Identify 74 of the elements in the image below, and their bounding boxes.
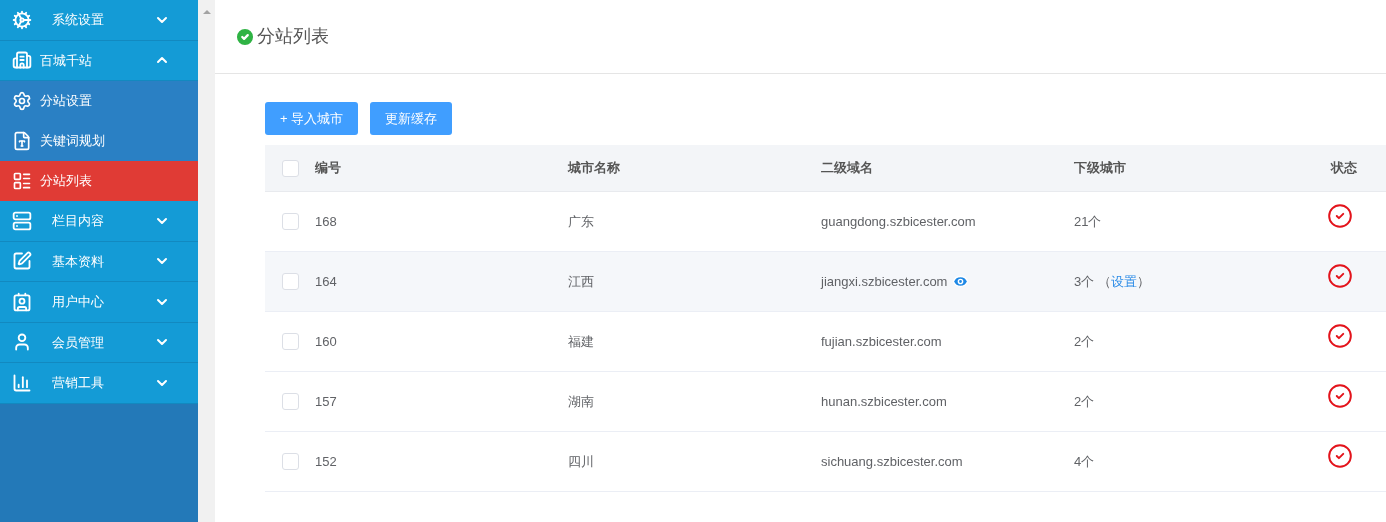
- user-icon: [12, 332, 32, 353]
- sidebar-label: 栏目内容: [52, 212, 104, 230]
- submenu-item[interactable]: 分站设置: [0, 81, 198, 121]
- table-cell: 164: [315, 273, 337, 289]
- table-cell-text: hunan.szbicester.com: [821, 392, 947, 411]
- scroll-up-arrow-icon[interactable]: [202, 10, 211, 14]
- document-letter-icon: [12, 131, 32, 151]
- table-cell: 广东: [568, 213, 594, 229]
- row-checkbox[interactable]: [281, 273, 299, 290]
- table-cell-text: jiangxi.szbicester.com: [821, 272, 948, 291]
- table-cell-text: fujian.szbicester.com: [821, 332, 942, 351]
- edit-icon: [12, 251, 32, 272]
- column-header: 状态: [1331, 160, 1357, 176]
- sidebar-item[interactable]: 基本资料: [0, 241, 198, 282]
- table-cell: 湖南: [568, 393, 594, 409]
- sidebar-label: 用户中心: [52, 293, 104, 311]
- status-check-icon[interactable]: [1327, 442, 1353, 469]
- bar-chart-icon: [12, 372, 32, 393]
- table-cell: 152: [315, 453, 337, 469]
- submenu-label: 分站列表: [40, 172, 92, 191]
- row-checkbox[interactable]: [281, 333, 299, 350]
- submenu-label: 关键词规划: [40, 132, 105, 151]
- close-paren: ）: [1137, 272, 1151, 291]
- table-cell: 四川: [568, 453, 594, 469]
- sidebar-label: 会员管理: [52, 333, 104, 352]
- table-cell-text: 4个: [1074, 452, 1095, 471]
- table-cell: 福建: [568, 333, 594, 349]
- row-checkbox[interactable]: [281, 393, 299, 410]
- import-city-button[interactable]: + 导入城市: [265, 102, 359, 135]
- sidebar-item[interactable]: 用户中心: [0, 282, 198, 323]
- table-cell: 江西: [568, 273, 594, 289]
- row-checkbox[interactable]: [281, 213, 299, 230]
- server-icon: [12, 210, 32, 231]
- table-cell-text: sichuang.szbicester.com: [821, 452, 963, 471]
- building-icon: [12, 50, 32, 71]
- table-cell: 168: [315, 213, 337, 229]
- row-checkbox[interactable]: [281, 453, 299, 470]
- sidebar-label: 基本资料: [52, 252, 104, 271]
- status-check-icon[interactable]: [1327, 382, 1353, 409]
- column-header: 编号: [315, 160, 341, 176]
- page-title: 分站列表: [257, 25, 329, 48]
- sidebar-item[interactable]: 系统设置: [0, 0, 198, 41]
- sidebar-label: 百城千站: [40, 51, 92, 70]
- column-header: 下级城市: [1074, 160, 1126, 176]
- settings-link[interactable]: 设置: [1111, 271, 1138, 292]
- status-check-icon[interactable]: [1327, 322, 1353, 349]
- open-paren: （: [1098, 272, 1112, 291]
- status-check-icon[interactable]: [1327, 202, 1353, 229]
- table-cell: 160: [315, 333, 337, 349]
- status-check-icon[interactable]: [1327, 262, 1353, 289]
- sidebar-item[interactable]: 营销工具: [0, 363, 198, 404]
- sidebar-item[interactable]: 栏目内容: [0, 201, 198, 242]
- table-cell-text: 3个: [1074, 272, 1095, 291]
- table-cell-text: 2个: [1074, 332, 1095, 351]
- refresh-cache-button[interactable]: 更新缓存: [370, 102, 453, 135]
- table-cell-text: 2个: [1074, 392, 1095, 411]
- eye-icon[interactable]: [952, 273, 970, 290]
- table-cell-text: 21个: [1074, 212, 1102, 231]
- sidebar-label: 营销工具: [52, 374, 104, 392]
- select-all-checkbox[interactable]: [281, 159, 299, 177]
- submenu-item[interactable]: 分站列表: [0, 161, 198, 201]
- submenu-item[interactable]: 关键词规划: [0, 121, 198, 161]
- list-icon: [12, 171, 32, 191]
- table-cell-text: guangdong.szbicester.com: [821, 212, 976, 231]
- sidebar-item[interactable]: 会员管理: [0, 322, 198, 363]
- sidebar-label: 系统设置: [52, 11, 104, 29]
- table-cell: 157: [315, 393, 337, 409]
- contact-card-icon: [12, 291, 32, 312]
- gear-icon: [12, 91, 32, 111]
- gears-icon: [12, 9, 32, 30]
- submenu-label: 分站设置: [40, 92, 92, 111]
- column-header: 二级域名: [821, 160, 873, 176]
- column-header: 城市名称: [568, 160, 620, 176]
- sidebar-item[interactable]: 百城千站: [0, 40, 198, 81]
